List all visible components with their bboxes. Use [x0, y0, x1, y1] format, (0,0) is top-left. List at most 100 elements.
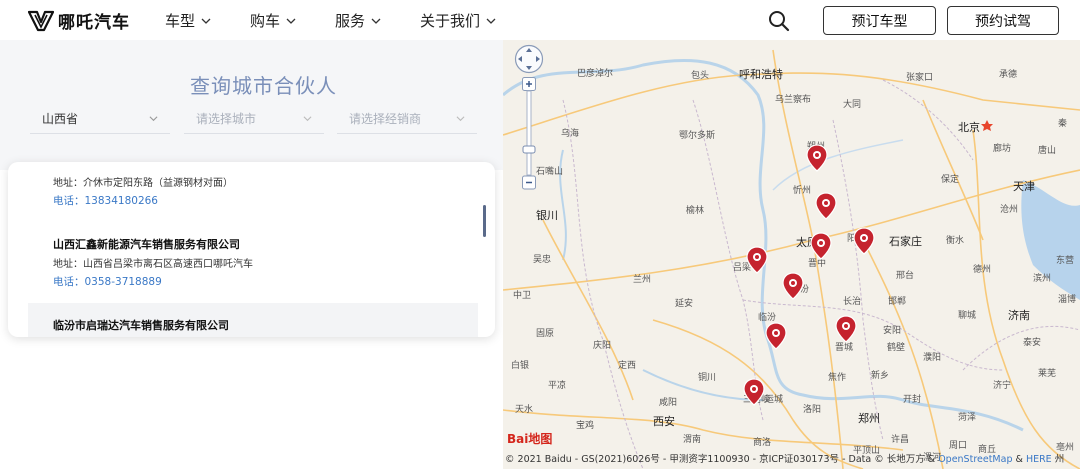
- map-city-label: 西安: [653, 415, 675, 428]
- map-city-label: 泰安: [1023, 338, 1042, 348]
- map-city-label: 天津: [1013, 180, 1035, 193]
- nav-models[interactable]: 车型: [165, 10, 211, 31]
- dealer-address: 地址：介休市定阳东路（益源钢材对面）: [53, 178, 233, 189]
- map-city-label: 大同: [843, 100, 862, 110]
- map-city-label: 延安: [675, 299, 694, 309]
- nav-service[interactable]: 服务: [335, 10, 381, 31]
- map-city-label: 榆林: [686, 206, 705, 216]
- map-city-label: 莱芜: [1038, 369, 1057, 379]
- city-select[interactable]: 请选择城市: [184, 104, 324, 134]
- dealer-address: 地址：山西省吕梁市离石区高速西口哪吒汽车: [53, 259, 253, 270]
- map-city-label: 德州: [973, 265, 992, 275]
- chevron-down-icon: [371, 18, 381, 24]
- dealer-select-placeholder: 请选择经销商: [349, 112, 422, 126]
- map-city-label: 周口: [949, 441, 968, 451]
- map-city-label: 呼和浩特: [739, 68, 783, 81]
- map-city-label: 中卫: [513, 291, 532, 301]
- baidu-map-logo[interactable]: Bai地图: [507, 430, 552, 447]
- map-city-label: 商洛: [753, 438, 772, 448]
- dealer-pin-icon[interactable]: [835, 315, 857, 343]
- map-zoom-slider[interactable]: [522, 77, 536, 190]
- map-city-label: 定西: [618, 361, 637, 371]
- map-city-label: 铜川: [698, 373, 717, 383]
- dealer-list-scrollbar[interactable]: [483, 205, 486, 237]
- map-city-label: 宝鸡: [576, 421, 595, 431]
- here-link[interactable]: HERE: [1026, 454, 1052, 465]
- map-city-label: 郑州: [858, 412, 880, 425]
- map-city-label: 长治: [843, 297, 862, 307]
- map-city-label: 巴彦淖尔: [577, 69, 614, 79]
- map-city-label: 许昌: [891, 435, 910, 445]
- dealer-phone[interactable]: 电话：0358-3718889: [53, 274, 162, 289]
- map-city-label: 银川: [536, 209, 558, 222]
- chevron-down-icon: [201, 18, 211, 24]
- map-city-label: 菏泽: [958, 413, 977, 423]
- dealer-select[interactable]: 请选择经销商: [337, 104, 477, 134]
- attribution-tail: 州: [1051, 454, 1065, 465]
- map-city-label: 鹤壁: [887, 343, 906, 353]
- attribution-text: © 2021 Baidu - GS(2021)6026号 - 甲测资字11009…: [505, 454, 939, 465]
- dealer-pin-icon[interactable]: [743, 378, 765, 406]
- neta-logo-icon: [28, 10, 54, 31]
- map-city-label: 淄博: [1058, 295, 1077, 305]
- nav-buy[interactable]: 购车: [250, 10, 296, 31]
- map-city-label: 渭南: [683, 435, 702, 445]
- neta-logo[interactable]: 哪吒汽车: [28, 8, 130, 33]
- map-city-label: 濮阳: [923, 353, 942, 363]
- map-city-label: 新乡: [871, 371, 890, 381]
- dealer-pin-icon[interactable]: [765, 322, 787, 350]
- map-city-label: 庆阳: [593, 341, 612, 351]
- dealer-pin-icon[interactable]: [853, 227, 875, 255]
- map-city-label: 廊坊: [993, 144, 1012, 154]
- map-city-label: 聊城: [958, 311, 977, 321]
- top-header: 哪吒汽车 车型 购车 服务 关于我们 预订车型 预约试驾: [0, 0, 1080, 40]
- chevron-down-icon: [486, 18, 496, 24]
- map-city-label: 乌海: [561, 129, 580, 139]
- dealer-pin-icon[interactable]: [782, 272, 804, 300]
- dealer-pin-icon[interactable]: [806, 144, 828, 172]
- logo-text: 哪吒汽车: [58, 13, 130, 33]
- nav-about-label: 关于我们: [420, 12, 481, 30]
- baidu-map[interactable]: 呼和浩特 北京 天津 石家庄 太原 济南 郑州 西安 银川 巴彦淖尔 包头 乌兰…: [503, 40, 1080, 469]
- map-city-label: 运城: [765, 395, 784, 405]
- map-city-label: 洛阳: [803, 405, 822, 415]
- map-city-label: 乌兰察布: [775, 95, 812, 105]
- map-city-label: 吴忠: [533, 255, 552, 265]
- map-city-label: 邢台: [896, 271, 915, 281]
- map-city-label: 鄂尔多斯: [679, 131, 716, 141]
- map-city-label: 兰州: [633, 275, 652, 285]
- map-city-label: 沧州: [1000, 205, 1019, 215]
- province-select[interactable]: 山西省: [30, 104, 170, 134]
- map-city-label: 咸阳: [659, 398, 678, 408]
- dealer-pin-icon[interactable]: [810, 232, 832, 260]
- map-attribution: © 2021 Baidu - GS(2021)6026号 - 甲测资字11009…: [505, 451, 1064, 465]
- map-city-label: 安阳: [883, 326, 902, 336]
- dealer-phone[interactable]: 电话：13834180266: [53, 193, 158, 208]
- map-city-label: 平凉: [548, 381, 567, 391]
- map-city-label: 忻州: [793, 186, 812, 196]
- map-city-label: 固原: [536, 329, 555, 339]
- city-select-placeholder: 请选择城市: [196, 112, 257, 126]
- dealer-name[interactable]: 临汾市启瑞达汽车销售服务有限公司: [53, 317, 229, 333]
- osm-link[interactable]: OpenStreetMap: [938, 454, 1012, 465]
- dealer-pin-icon[interactable]: [815, 192, 837, 220]
- dealer-pin-icon[interactable]: [746, 246, 768, 274]
- map-city-label: 包头: [691, 71, 710, 81]
- search-icon[interactable]: [768, 10, 790, 32]
- map-city-label: 济宁: [993, 381, 1012, 391]
- map-city-label: 衡水: [946, 236, 965, 246]
- map-city-label: 邯郸: [888, 297, 907, 307]
- map-pan-control-icon[interactable]: [514, 44, 544, 74]
- test-drive-button[interactable]: 预约试驾: [947, 6, 1059, 35]
- nav-models-label: 车型: [165, 12, 196, 30]
- map-city-label: 东营: [1056, 256, 1075, 266]
- map-city-label: 承德: [999, 70, 1018, 80]
- dealer-name[interactable]: 山西汇鑫新能源汽车销售服务有限公司: [53, 236, 240, 252]
- map-city-label: 张家口: [906, 73, 934, 83]
- book-model-button[interactable]: 预订车型: [823, 6, 936, 35]
- nav-about[interactable]: 关于我们: [420, 10, 496, 31]
- attribution-and: &: [1012, 454, 1026, 465]
- dealer-list[interactable]: 地址：介休市定阳东路（益源钢材对面） 电话：13834180266 山西汇鑫新能…: [8, 162, 495, 337]
- nav-service-label: 服务: [335, 12, 366, 30]
- map-city-label: 焦作: [828, 373, 847, 383]
